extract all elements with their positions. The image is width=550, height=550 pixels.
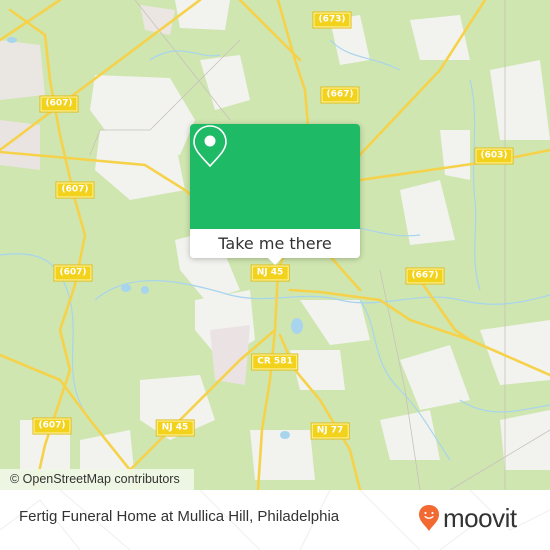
location-pin-icon <box>193 125 227 168</box>
road-shield-667: (667) <box>406 268 444 284</box>
map-view[interactable]: (607) (607) (607) (607) (673) (667) (667… <box>0 0 550 490</box>
moovit-pin-icon <box>419 505 439 531</box>
road-shield-nj45: NJ 45 <box>251 265 289 281</box>
moovit-logo[interactable]: moovit <box>418 503 517 533</box>
footer-bar: Fertig Funeral Home at Mullica Hill, Phi… <box>0 490 550 550</box>
road-shield-607: (607) <box>40 96 78 112</box>
road-shield-607: (607) <box>54 265 92 281</box>
take-me-there-button[interactable]: Take me there <box>190 229 360 258</box>
road-shield-667: (667) <box>321 87 359 103</box>
location-popup: Take me there <box>190 124 360 265</box>
popup-pointer <box>267 257 283 265</box>
moovit-wordmark: moovit <box>443 503 517 533</box>
road-shield-nj77: NJ 77 <box>311 423 349 439</box>
popup-header <box>190 124 360 229</box>
road-shield-607: (607) <box>56 182 94 198</box>
road-shield-nj45: NJ 45 <box>156 420 194 436</box>
map-attribution[interactable]: © OpenStreetMap contributors <box>0 469 194 490</box>
road-shield-673: (673) <box>313 12 351 28</box>
road-shield-cr581: CR 581 <box>252 354 298 370</box>
road-shield-603: (603) <box>475 148 513 164</box>
place-title: Fertig Funeral Home at Mullica Hill, Phi… <box>19 508 340 525</box>
road-shield-607: (607) <box>33 418 71 434</box>
